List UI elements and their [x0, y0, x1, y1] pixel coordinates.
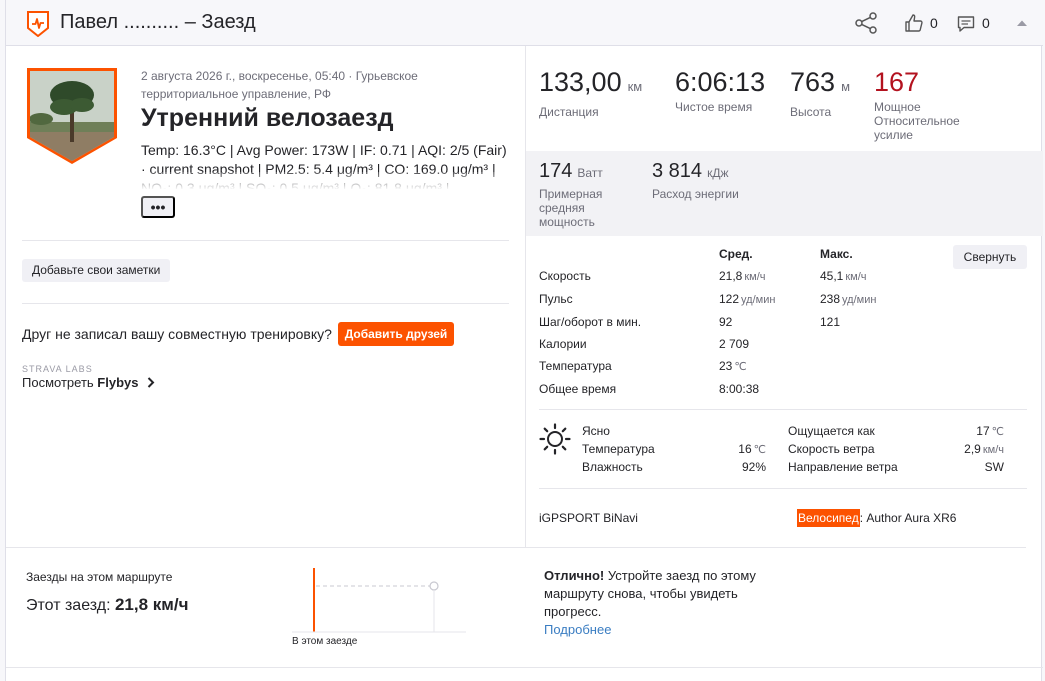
collapse-button[interactable]: Свернуть — [953, 245, 1027, 269]
col-header-max: Макс. — [820, 247, 853, 261]
row-label: Шаг/оборот в мин. — [539, 315, 642, 329]
weather-condition: Ясно — [582, 424, 610, 438]
page-header: Павел .......... – Заезд 0 0 — [6, 0, 1043, 46]
divider — [6, 667, 1043, 668]
row-label: Общее время — [539, 382, 617, 396]
row-avg: 2 709 — [719, 337, 750, 351]
row-avg: 92 — [719, 315, 733, 329]
device-name: iGPSPORT BiNavi — [539, 511, 638, 525]
thumbs-up-icon[interactable] — [904, 13, 924, 33]
stat-elevation: 763 м Высота — [790, 67, 850, 119]
col-header-avg: Сред. — [719, 247, 753, 261]
weather-wind-dir-label: Направление ветра — [788, 460, 898, 474]
comment-icon[interactable] — [957, 15, 975, 33]
weather-temp-label: Температура — [582, 442, 655, 456]
description-fade — [141, 172, 511, 190]
divider — [22, 240, 509, 241]
stat-value: 6:06:13 — [675, 67, 766, 97]
flybys-link[interactable]: Посмотреть Flybys — [22, 375, 138, 390]
activity-card: Павел .......... – Заезд 0 0 2 августа 2… — [5, 0, 1043, 681]
stat-label: Дистанция — [539, 105, 599, 119]
learn-more-link[interactable]: Подробнее — [544, 622, 611, 637]
stat-label: Примерная средняя мощность — [539, 187, 603, 229]
column-divider — [525, 46, 526, 548]
row-label: Пульс — [539, 292, 573, 306]
caret-up-icon[interactable] — [1016, 19, 1028, 27]
bike-label-highlight: Велосипед — [797, 509, 860, 527]
route-efforts-title: Заезды на этом маршруте — [26, 570, 173, 584]
row-label: Температура — [539, 359, 612, 373]
flybys-prefix: Посмотреть — [22, 375, 98, 390]
bike-value[interactable]: : Author Aura XR6 — [860, 511, 957, 525]
activity-title[interactable]: Утренний велозаезд — [141, 104, 394, 133]
share-icon[interactable] — [854, 12, 878, 34]
weather-wind-speed-label: Скорость ветра — [788, 442, 875, 456]
add-notes-button[interactable]: Добавьте свои заметки — [22, 259, 171, 282]
row-avg: 21,8 км/ч — [719, 269, 766, 283]
stat-label: Высота — [790, 105, 832, 119]
stat-energy: 3 814 кДж Расход энергии — [652, 159, 739, 201]
row-label: Калории — [539, 337, 587, 351]
weather-humidity-value: 92% — [741, 460, 766, 474]
kudos-count[interactable]: 0 — [930, 15, 938, 31]
row-max: 121 — [820, 315, 841, 329]
row-avg: 23 ℃ — [719, 359, 747, 373]
stat-relative-effort[interactable]: 167 Мощное Относительное усилие — [874, 67, 984, 142]
divider — [22, 303, 509, 304]
stat-distance: 133,00 км Дистанция — [539, 67, 642, 119]
divider — [539, 488, 1027, 489]
add-friends-button[interactable]: Добавить друзей — [338, 322, 454, 346]
stat-moving-time: 6:06:13 Чистое время — [675, 67, 765, 114]
divider — [6, 547, 1026, 548]
stat-value: 763 м — [790, 67, 850, 97]
weather-feels-value: 17 ℃ — [976, 424, 1004, 438]
weather-temp-value: 16 ℃ — [738, 442, 766, 456]
row-label: Скорость — [539, 269, 591, 283]
flybys-bold: Flybys — [97, 375, 139, 390]
weather-wind-dir-value: SW — [984, 460, 1004, 474]
bike-info: Велосипед: Author Aura XR6 — [797, 509, 957, 527]
row-avg: 122 уд/мин — [719, 292, 776, 306]
chevron-right-icon[interactable] — [147, 377, 155, 388]
weather-wind-speed-value: 2,9 км/ч — [964, 442, 1004, 456]
progress-message: Отлично! Устройте заезд по этому маршрут… — [544, 568, 756, 619]
divider — [539, 409, 1027, 410]
more-button[interactable]: ••• — [141, 196, 175, 218]
stat-label: Мощное Относительное усилие — [874, 100, 960, 142]
strava-labs-label: STRAVA LABS — [22, 364, 93, 374]
weather-humidity-label: Влажность — [582, 460, 643, 474]
chart-caption: В этом заезде — [292, 636, 358, 647]
strava-logo-icon[interactable] — [26, 11, 50, 37]
future-effort-point — [429, 581, 439, 591]
missing-friend-question: Друг не записал вашу совместную трениров… — [22, 326, 332, 342]
stat-value: 167 — [874, 67, 920, 97]
sun-icon — [539, 423, 571, 455]
comment-count[interactable]: 0 — [982, 15, 990, 31]
activity-date-location: 2 августа 2026 г., воскресенье, 05:40 · … — [141, 69, 418, 101]
stat-label: Чистое время — [675, 100, 753, 114]
stat-value: 3 814 кДж — [652, 160, 729, 182]
stat-avg-power: 174 Ватт Примерная средняя мощность — [539, 159, 629, 229]
stat-value: 174 Ватт — [539, 160, 603, 182]
row-avg: 8:00:38 — [719, 382, 760, 396]
weather-feels-label: Ощущается как — [788, 424, 875, 438]
stat-label: Расход энергии — [652, 187, 739, 201]
row-max: 238 уд/мин — [820, 292, 877, 306]
row-max: 45,1 км/ч — [820, 269, 867, 283]
page-title: Павел .......... – Заезд — [60, 11, 256, 33]
this-effort: Этот заезд: 21,8 км/ч — [26, 595, 189, 614]
stat-value: 133,00 км — [539, 67, 643, 97]
activity-photo[interactable] — [26, 67, 118, 165]
